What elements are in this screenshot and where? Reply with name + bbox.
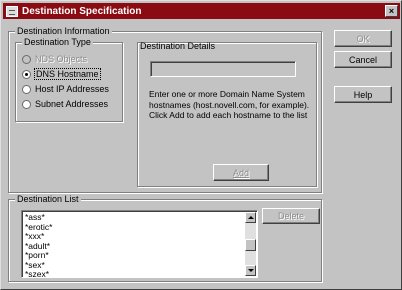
radio-label: Host IP Addresses [35, 84, 109, 94]
radio-subnet-addresses[interactable]: Subnet Addresses [22, 98, 108, 110]
dialog-window: Destination Specification × Destination … [0, 0, 402, 290]
destination-listbox[interactable]: *ass* *erotic* *xxx* *adult* *porn* *sex… [21, 210, 258, 278]
radio-button[interactable] [22, 84, 31, 94]
ok-button-label: OK [356, 33, 370, 44]
delete-button[interactable]: Delete [262, 208, 320, 224]
list-item[interactable]: *szex* [25, 269, 52, 277]
close-icon[interactable]: × [385, 5, 398, 17]
help-button[interactable]: Help [334, 86, 392, 103]
help-button-label: Help [353, 89, 373, 100]
help-line: hostnames (host.novell.com, for example)… [149, 99, 310, 110]
add-button-label: Add [232, 167, 249, 178]
destination-list-items: *ass* *erotic* *xxx* *adult* *porn* *sex… [25, 212, 52, 277]
add-button[interactable]: Add [213, 164, 269, 181]
scroll-up-button[interactable] [245, 212, 256, 223]
cancel-button-label: Cancel [348, 54, 377, 65]
destination-information-legend: Destination Information [15, 26, 112, 37]
window-title: Destination Specification [22, 5, 142, 17]
help-line: Click Add to add each hostname to the li… [149, 110, 308, 120]
arrow-up-icon [248, 216, 254, 219]
destination-list-legend: Destination List [15, 194, 81, 205]
radio-host-ip-addresses[interactable]: Host IP Addresses [22, 83, 109, 95]
cancel-button[interactable]: Cancel [334, 51, 392, 68]
radio-dns-hostname[interactable]: DNS Hostname [22, 68, 101, 80]
radio-button[interactable] [22, 69, 31, 79]
scroll-thumb[interactable] [245, 239, 256, 251]
radio-nds-objects[interactable]: NDS Objects [22, 53, 87, 65]
radio-button[interactable] [22, 54, 31, 64]
radio-label: NDS Objects [35, 54, 88, 64]
scroll-down-button[interactable] [245, 265, 256, 276]
help-line: Enter one or more Domain Name System [149, 89, 305, 99]
radio-label: DNS Hostname [34, 68, 101, 80]
delete-button-label: Delete [277, 211, 304, 221]
destination-details-help: Enter one or more Domain Name System hos… [149, 89, 309, 121]
destination-details-input[interactable] [150, 61, 296, 77]
title-bar[interactable]: Destination Specification × [3, 3, 400, 19]
destination-list-group: Destination List *ass* *erotic* *xxx* *a… [8, 194, 322, 282]
radio-button[interactable] [22, 99, 31, 109]
list-scrollbar[interactable] [245, 212, 256, 276]
destination-type-legend: Destination Type [22, 37, 93, 48]
destination-type-group: Destination Type NDS Objects DNS Hostnam… [15, 37, 123, 122]
radio-label: Subnet Addresses [35, 99, 109, 109]
app-icon [6, 5, 18, 17]
destination-information-group: Destination Information Destination Type… [8, 26, 322, 193]
destination-details-label: Destination Details [140, 41, 216, 51]
arrow-down-icon [248, 269, 254, 272]
destination-details-group: Destination Details Enter one or more Do… [137, 41, 317, 187]
ok-button[interactable]: OK [334, 30, 392, 47]
